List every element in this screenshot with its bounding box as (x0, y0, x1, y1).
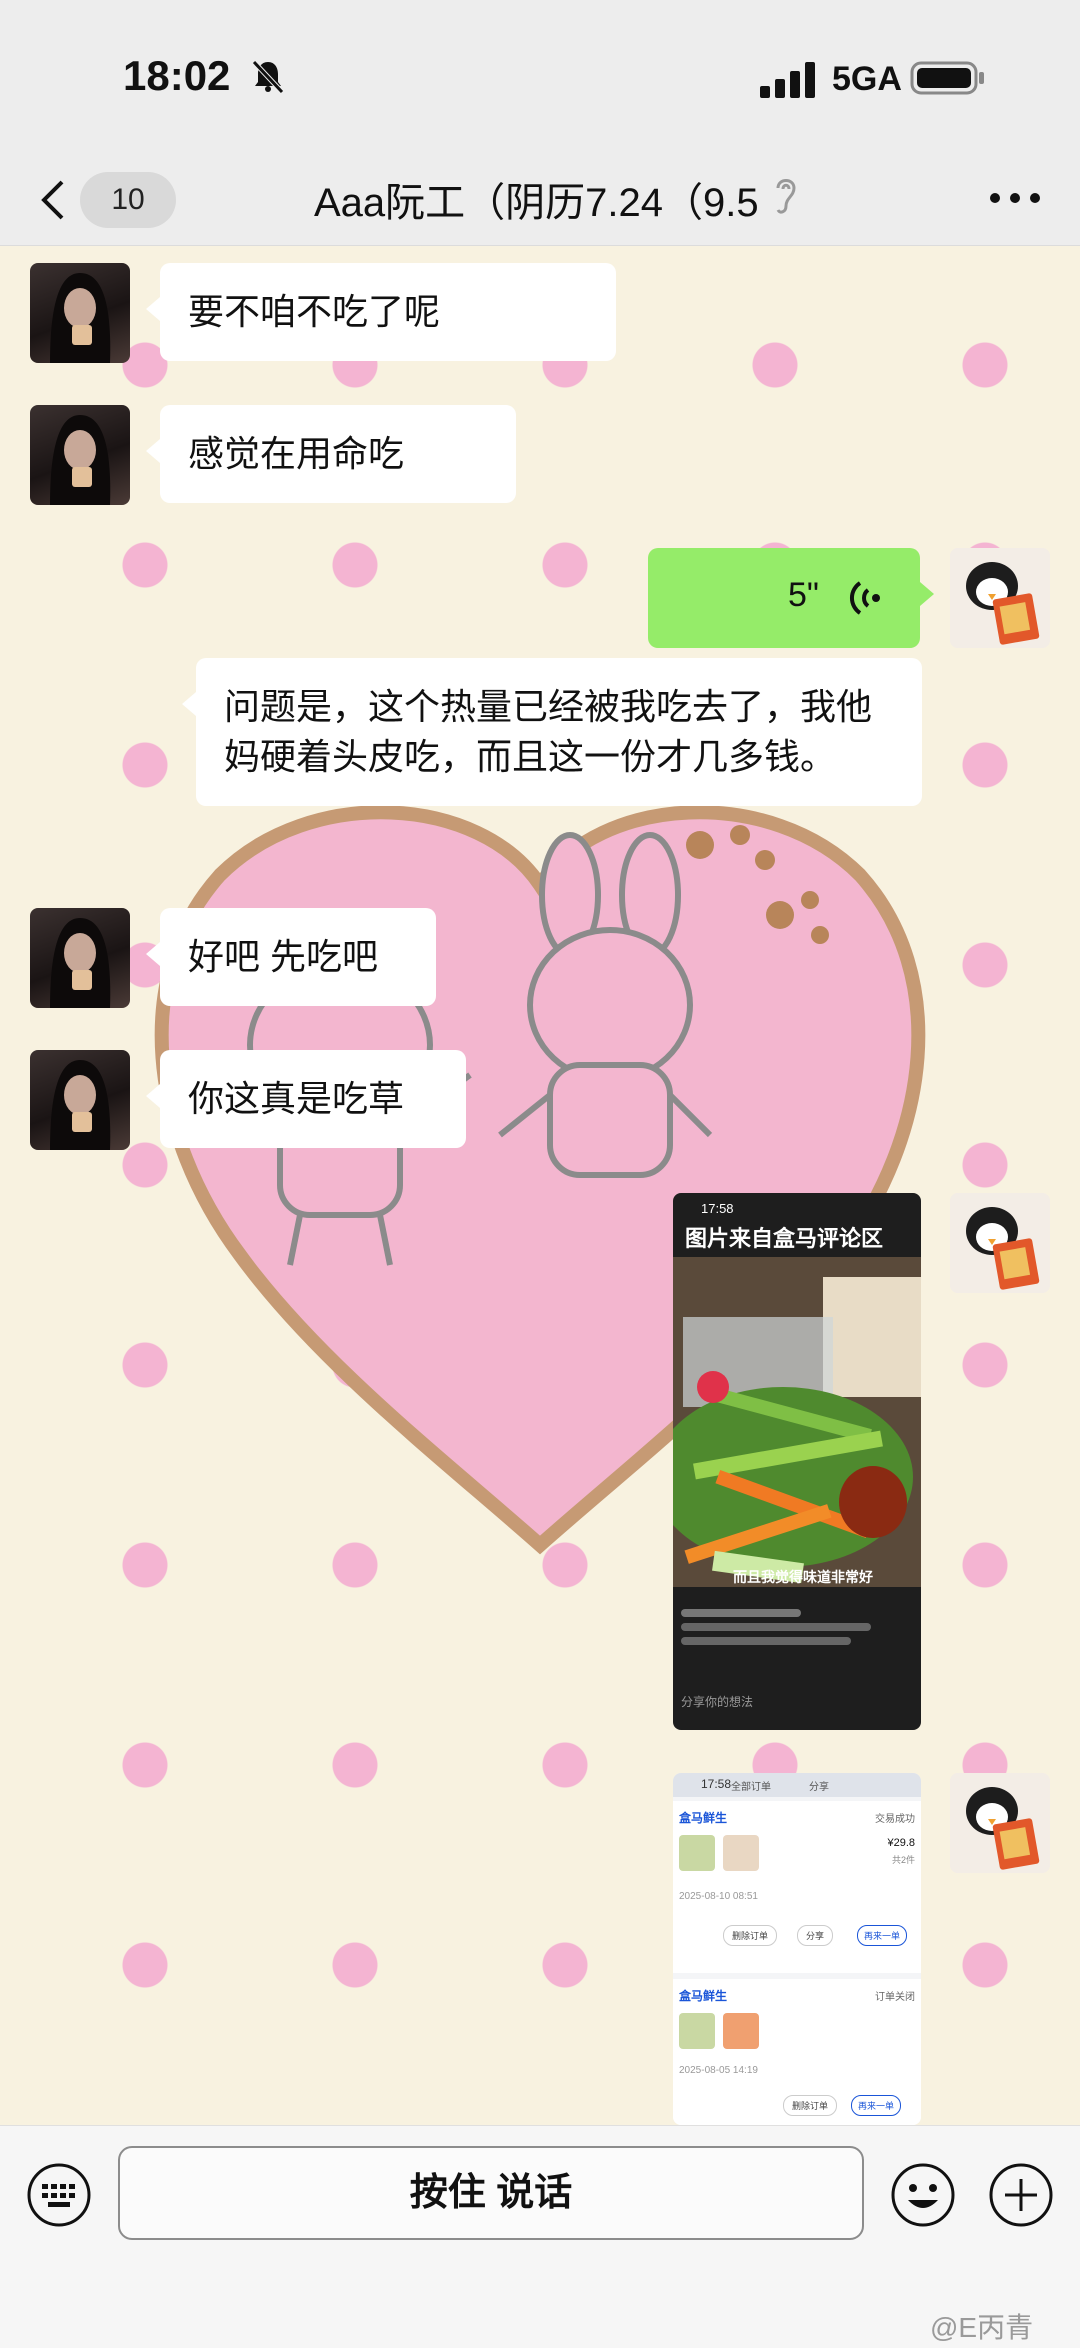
screenshot-author-lines (681, 1603, 881, 1673)
order-status: 订单关闭 (875, 1992, 915, 2003)
order-store: 盒马鲜生 (679, 1989, 728, 2003)
chat-title: Aaa阮工（阴历7.24（9.5 (314, 181, 759, 225)
image-message-order-list[interactable]: 17:58 全部订单 分享 盒马鲜生 交易成功 ¥29.8 共2件 2025-0… (673, 1773, 921, 2125)
hold-to-talk-button[interactable]: 按住 说话 (118, 2146, 864, 2240)
chat-input-bar: 按住 说话 (0, 2125, 1080, 2348)
penguin-avatar-image (950, 1773, 1050, 1873)
image-message-food-video[interactable]: 17:58 图片来自盒马评论区 而且我觉得味道非常好 分享你的想法 (673, 1193, 921, 1730)
contact-avatar-image (50, 1060, 111, 1150)
signal-icon (760, 62, 815, 98)
voice-duration: 5" (788, 576, 819, 614)
order-rebuy-button: 再来一单 (857, 1925, 908, 1946)
comment-input-placeholder: 分享你的想法 (681, 1695, 754, 1709)
message-text: 好吧 先吃吧 (188, 936, 379, 977)
keyboard-toggle-button[interactable] (26, 2162, 92, 2228)
contact-avatar-image (50, 918, 111, 1008)
voice-wave-icon (850, 581, 880, 615)
penguin-avatar-image (950, 548, 1050, 648)
order-rebuy-button: 再来一单 (851, 2095, 902, 2116)
order-card: 盒马鲜生 交易成功 ¥29.8 共2件 2025-08-10 08:51 删除订… (673, 1801, 921, 1973)
order-thumb (679, 1835, 715, 1871)
status-time: 18:02 (123, 52, 231, 99)
order-status: 交易成功 (875, 1814, 915, 1825)
contact-avatar-image (50, 415, 111, 505)
more-options-button[interactable] (980, 178, 1050, 218)
message-bubble-incoming[interactable]: 问题是，这个热量已经被我吃去了，我他妈硬着头皮吃，而且这一份才几多钱。 (182, 658, 922, 806)
order-card: 盒马鲜生 订单关闭 2025-08-05 14:19 删除订单 再来一单 (673, 1979, 921, 2125)
message-text: 要不咱不吃了呢 (188, 291, 441, 332)
more-actions-plus-button[interactable] (988, 2162, 1054, 2228)
screenshot-tab-share: 分享 (809, 1782, 829, 1793)
message-bubble-incoming[interactable]: 你这真是吃草 (146, 1050, 466, 1148)
my-avatar[interactable] (950, 1193, 1050, 1293)
unread-count-badge: 10 (80, 172, 176, 228)
order-store: 盒马鲜生 (679, 1811, 728, 1825)
screenshot-time: 17:58 (701, 1777, 732, 1791)
watermark-text: @E丙青 (930, 2312, 1034, 2343)
my-avatar[interactable] (950, 1773, 1050, 1873)
order-date: 2025-08-05 14:19 (679, 2065, 758, 2076)
screenshot-title: 图片来自盒马评论区 (685, 1226, 884, 1251)
screenshot-caption: 而且我觉得味道非常好 (733, 1569, 873, 1585)
order-share-button: 分享 (797, 1925, 834, 1946)
contact-avatar[interactable] (30, 263, 130, 363)
voice-message-bubble[interactable]: 5" (648, 548, 934, 648)
message-text: 问题是，这个热量已经被我吃去了，我他妈硬着头皮吃，而且这一份才几多钱。 (224, 686, 873, 777)
order-thumb (723, 2013, 759, 2049)
message-bubble-incoming[interactable]: 感觉在用命吃 (146, 405, 516, 503)
contact-avatar-image (50, 273, 111, 363)
emoji-button[interactable] (890, 2162, 956, 2228)
message-bubble-incoming[interactable]: 好吧 先吃吧 (146, 908, 436, 1006)
network-label: 5GA (832, 60, 902, 98)
order-delete-button: 删除订单 (723, 1925, 778, 1946)
contact-avatar[interactable] (30, 1050, 130, 1150)
order-date: 2025-08-10 08:51 (679, 1891, 758, 1902)
order-price: ¥29.8 (887, 1837, 915, 1849)
earpiece-mode-icon (776, 179, 796, 214)
penguin-avatar-image (950, 1193, 1050, 1293)
salad-photo (673, 1257, 921, 1587)
screenshot-header: 17:58 全部订单 分享 (673, 1773, 921, 1797)
battery-icon (910, 61, 984, 95)
order-thumb (679, 2013, 715, 2049)
back-chevron-icon (41, 180, 64, 220)
screenshot-tab-orders: 全部订单 (731, 1782, 771, 1793)
bell-mute-icon (252, 60, 284, 94)
order-delete-button: 删除订单 (783, 2095, 838, 2116)
status-bar: 18:02 5GA (0, 0, 1080, 150)
back-button[interactable]: 10 (28, 168, 176, 228)
screenshot-time: 17:58 (701, 1201, 734, 1216)
my-avatar[interactable] (950, 548, 1050, 648)
contact-avatar[interactable] (30, 908, 130, 1008)
message-text: 你这真是吃草 (188, 1078, 405, 1119)
order-count: 共2件 (891, 1855, 915, 1865)
message-bubble-incoming[interactable]: 要不咱不吃了呢 (146, 263, 616, 361)
contact-avatar[interactable] (30, 405, 130, 505)
order-thumb (723, 1835, 759, 1871)
message-text: 感觉在用命吃 (188, 433, 405, 474)
chat-header: 10 Aaa阮工（阴历7.24（9.5 (0, 150, 1080, 246)
